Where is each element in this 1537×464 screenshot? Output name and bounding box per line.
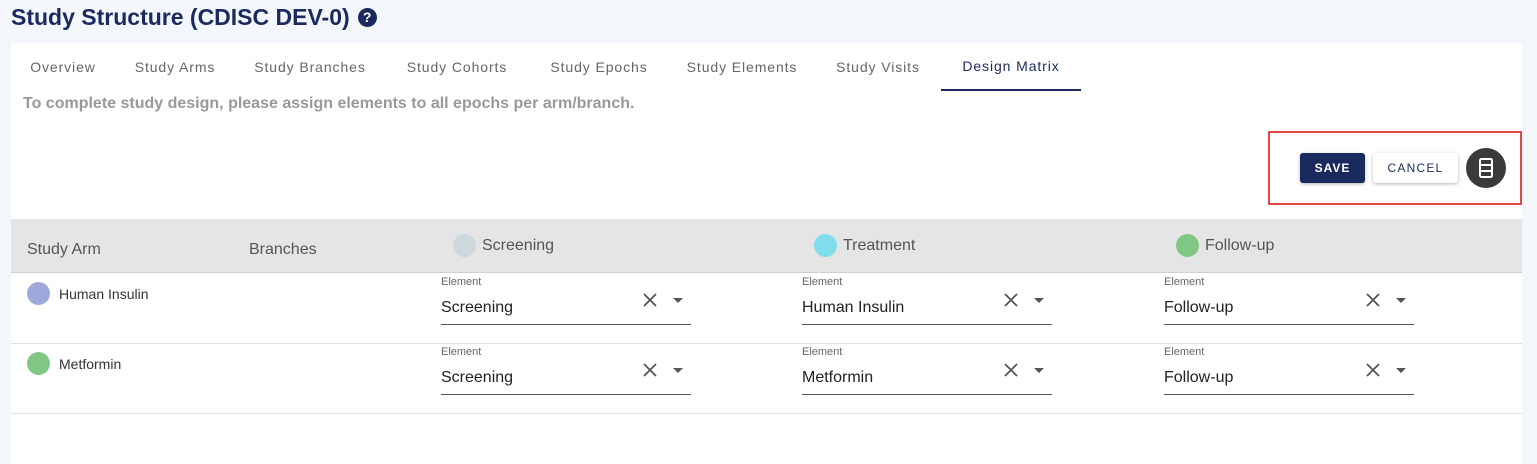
tab-study-epochs[interactable]: Study Epochs (529, 43, 669, 91)
tab-overview[interactable]: Overview (11, 43, 115, 91)
dropdown-arrow-icon[interactable] (673, 368, 683, 373)
epoch-header-follow-up: Follow-up (1176, 219, 1274, 272)
element-select-value: Follow-up (1164, 369, 1234, 386)
study-arm-cell: Metformin (27, 352, 121, 375)
dropdown-arrow-icon[interactable] (1396, 298, 1406, 303)
dropdown-arrow-icon[interactable] (1034, 298, 1044, 303)
epoch-color-dot (814, 234, 837, 257)
cancel-button[interactable]: CANCEL (1373, 153, 1458, 183)
help-icon[interactable]: ? (357, 7, 377, 27)
element-select-value: Human Insulin (802, 299, 905, 316)
action-buttons-group: SAVE CANCEL (1268, 131, 1522, 205)
study-arm-name: Human Insulin (59, 285, 149, 302)
tab-study-visits[interactable]: Study Visits (815, 43, 941, 91)
dropdown-arrow-icon[interactable] (1034, 368, 1044, 373)
element-select-value: Screening (441, 299, 514, 316)
tab-study-arms[interactable]: Study Arms (115, 43, 235, 91)
page-title-bar: Study Structure (CDISC DEV-0) ? (11, 2, 377, 32)
element-select-label: Element (802, 276, 843, 288)
element-select[interactable]: Element Follow-up (1164, 343, 1414, 395)
dropdown-arrow-icon[interactable] (1396, 368, 1406, 373)
table-row: Metformin Element Screening Element Metf… (11, 343, 1522, 414)
epoch-color-dot (453, 234, 476, 257)
column-branches: Branches (249, 241, 317, 258)
clear-icon[interactable] (1002, 291, 1020, 309)
clear-icon[interactable] (1002, 361, 1020, 379)
element-select-value: Metformin (802, 369, 874, 386)
clear-icon[interactable] (1364, 361, 1382, 379)
study-arm-cell: Human Insulin (27, 282, 149, 305)
element-select-label: Element (441, 346, 482, 358)
table-row: Human Insulin Element Screening Element … (11, 273, 1522, 344)
dropdown-arrow-icon[interactable] (673, 298, 683, 303)
element-select-label: Element (1164, 346, 1205, 358)
save-button[interactable]: SAVE (1300, 153, 1365, 183)
element-select-label: Element (1164, 276, 1205, 288)
epoch-name: Screening (482, 236, 555, 254)
table-header: Study Arm Branches Screening Treatment F… (11, 219, 1522, 273)
epoch-header-treatment: Treatment (814, 219, 915, 272)
tab-study-cohorts[interactable]: Study Cohorts (385, 43, 529, 91)
element-select[interactable]: Element Metformin (802, 343, 1052, 395)
element-select-value: Follow-up (1164, 299, 1234, 316)
element-select-label: Element (441, 276, 482, 288)
tab-design-matrix[interactable]: Design Matrix (941, 43, 1081, 91)
column-layout-button[interactable] (1466, 148, 1506, 188)
page-title: Study Structure (CDISC DEV-0) (11, 3, 350, 30)
element-select[interactable]: Element Follow-up (1164, 273, 1414, 325)
column-layout-icon (1479, 158, 1493, 178)
element-select[interactable]: Element Screening (441, 273, 691, 325)
clear-icon[interactable] (1364, 291, 1382, 309)
design-instruction: To complete study design, please assign … (23, 95, 635, 112)
element-select-value: Screening (441, 369, 514, 386)
element-select[interactable]: Element Screening (441, 343, 691, 395)
epoch-name: Follow-up (1205, 236, 1275, 254)
column-study-arm: Study Arm (27, 241, 101, 258)
study-arm-name: Metformin (59, 355, 122, 372)
epoch-color-dot (1176, 234, 1199, 257)
epoch-header-screening: Screening (453, 219, 554, 272)
arm-color-dot (27, 352, 50, 375)
epoch-name: Treatment (843, 236, 916, 254)
tab-study-branches[interactable]: Study Branches (235, 43, 385, 91)
clear-icon[interactable] (641, 361, 659, 379)
clear-icon[interactable] (641, 291, 659, 309)
tab-bar: Overview Study Arms Study Branches Study… (11, 43, 1522, 91)
study-structure-card: Overview Study Arms Study Branches Study… (11, 43, 1522, 464)
element-select[interactable]: Element Human Insulin (802, 273, 1052, 325)
element-select-label: Element (802, 346, 843, 358)
tab-study-elements[interactable]: Study Elements (669, 43, 815, 91)
arm-color-dot (27, 282, 50, 305)
